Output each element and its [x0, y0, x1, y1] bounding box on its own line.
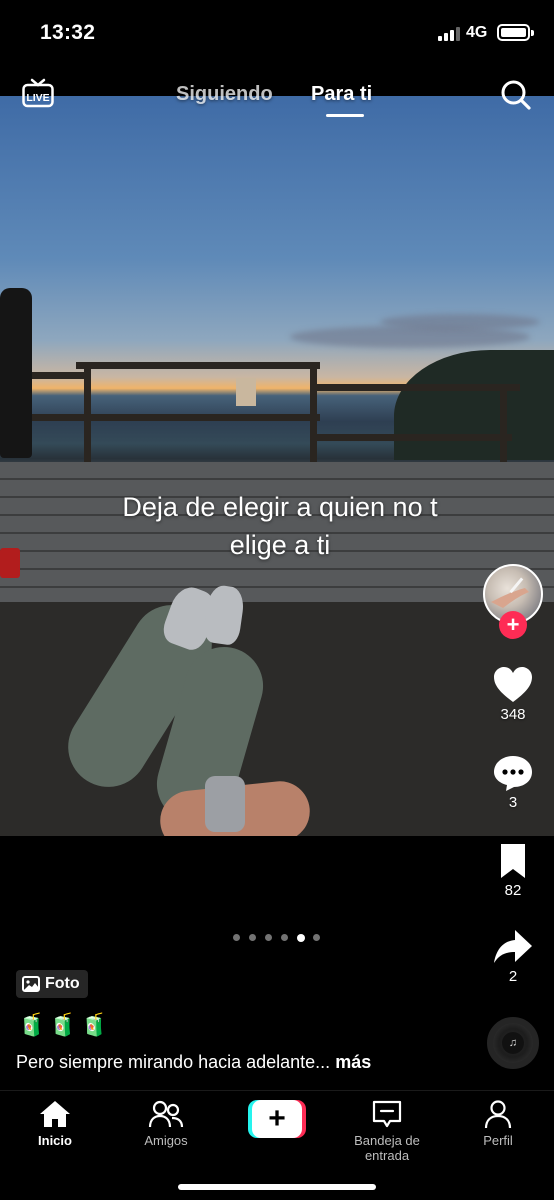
live-label: LIVE [26, 92, 49, 104]
home-icon [40, 1101, 70, 1127]
friends-icon [148, 1100, 184, 1128]
soda-can [0, 548, 20, 578]
post-photo[interactable] [0, 96, 554, 836]
sound-icon: ♫ [502, 1032, 524, 1054]
page-dot[interactable] [313, 934, 320, 941]
photo-icon [22, 976, 40, 992]
create-plus-icon: + [252, 1100, 302, 1138]
search-button[interactable] [500, 79, 532, 111]
nav-profile[interactable]: Perfil [443, 1099, 553, 1148]
page-dot[interactable] [249, 934, 256, 941]
tab-following[interactable]: Siguiendo [176, 83, 273, 106]
page-dot[interactable] [265, 934, 272, 941]
person-silhouette [0, 288, 32, 458]
share-count: 2 [508, 968, 518, 985]
nav-friends[interactable]: Amigos [111, 1099, 221, 1148]
create-button[interactable]: + [248, 1100, 306, 1138]
save-button[interactable]: 82 [480, 842, 546, 899]
active-tab-indicator [326, 114, 364, 117]
nav-friends-label: Amigos [144, 1133, 188, 1148]
page-dot-active[interactable] [297, 933, 305, 942]
comment-button[interactable]: 3 [480, 754, 546, 811]
comment-count: 3 [508, 794, 518, 811]
sound-disc[interactable]: ♫ [487, 1017, 539, 1069]
network-type: 4G [466, 24, 488, 41]
building [236, 378, 256, 406]
nav-inbox[interactable]: Bandeja de entrada [332, 1099, 442, 1163]
caption-body: Pero siempre mirando hacia adelante... [16, 1052, 331, 1072]
photo-badge-label: Foto [45, 975, 80, 992]
nav-home[interactable]: Inicio [0, 1099, 110, 1148]
status-time: 13:32 [40, 21, 96, 44]
overlay-line-2: elige a ti [229, 530, 331, 560]
hillside [394, 350, 554, 460]
overlay-line-1: Deja de elegir a quien no t [122, 492, 438, 522]
share-arrow-icon [494, 930, 532, 963]
home-indicator[interactable] [178, 1184, 376, 1190]
inbox-icon [372, 1100, 402, 1128]
follow-button[interactable]: + [499, 611, 527, 639]
cellular-signal-icon [438, 27, 460, 41]
photo-mode-badge[interactable]: Foto [16, 970, 88, 998]
nav-profile-label: Perfil [483, 1133, 513, 1148]
live-button[interactable]: LIVE [22, 78, 54, 108]
live-tv-icon: LIVE [22, 78, 54, 108]
tab-for-you[interactable]: Para ti [311, 83, 372, 106]
post-caption[interactable]: Pero siempre mirando hacia adelante... m… [16, 1052, 371, 1073]
bookmark-icon [501, 844, 525, 878]
heart-icon [494, 667, 532, 702]
page-dot[interactable] [281, 934, 288, 941]
photo-text-overlay: Deja de elegir a quien no t elige a ti [60, 488, 500, 564]
caption-emojis: 🧃🧃🧃 [18, 1012, 113, 1037]
page-dot[interactable] [233, 934, 240, 941]
comment-icon [494, 756, 532, 791]
caption-more-link[interactable]: más [335, 1052, 371, 1072]
nav-home-label: Inicio [38, 1133, 72, 1148]
share-button[interactable]: 2 [480, 928, 546, 985]
save-count: 82 [504, 882, 522, 899]
nav-inbox-label: Bandeja de entrada [354, 1133, 420, 1163]
battery-full-icon [497, 24, 534, 41]
plus-icon: + [506, 612, 520, 637]
status-bar: 13:32 4G [0, 0, 554, 70]
like-count: 348 [500, 706, 526, 723]
wristwatch [205, 776, 245, 832]
like-button[interactable]: 348 [480, 666, 546, 723]
search-icon [501, 80, 531, 110]
profile-icon [484, 1100, 512, 1129]
